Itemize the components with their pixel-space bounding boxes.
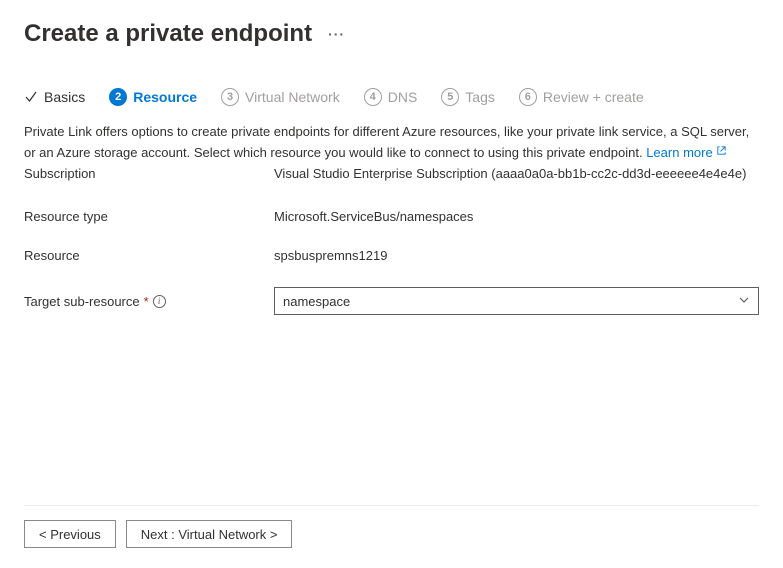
wizard-tabs: Basics 2 Resource 3 Virtual Network 4 DN… bbox=[24, 88, 759, 106]
next-button[interactable]: Next : Virtual Network > bbox=[126, 520, 293, 548]
page-title: Create a private endpoint bbox=[24, 20, 312, 48]
step-number-icon: 6 bbox=[519, 88, 537, 106]
field-resource-type: Resource type Microsoft.ServiceBus/names… bbox=[24, 209, 759, 224]
intro-copy: Private Link offers options to create pr… bbox=[24, 124, 749, 160]
subscription-value: Visual Studio Enterprise Subscription (a… bbox=[274, 166, 759, 181]
resource-label: Resource bbox=[24, 248, 274, 263]
previous-button[interactable]: < Previous bbox=[24, 520, 116, 548]
learn-more-label: Learn more bbox=[646, 145, 712, 160]
tab-basics[interactable]: Basics bbox=[24, 89, 85, 105]
info-icon[interactable]: i bbox=[153, 295, 166, 308]
tab-label: Basics bbox=[44, 89, 85, 105]
tab-virtual-network[interactable]: 3 Virtual Network bbox=[221, 88, 340, 106]
resource-value: spsbuspremns1219 bbox=[274, 248, 759, 263]
tab-label: Review + create bbox=[543, 89, 644, 105]
tab-label: DNS bbox=[388, 89, 418, 105]
subscription-label: Subscription bbox=[24, 166, 274, 181]
step-number-icon: 2 bbox=[109, 88, 127, 106]
wizard-footer: < Previous Next : Virtual Network > bbox=[24, 505, 759, 548]
target-sub-resource-label-text: Target sub-resource bbox=[24, 294, 140, 309]
learn-more-link[interactable]: Learn more bbox=[646, 145, 726, 160]
checkmark-icon bbox=[24, 90, 38, 104]
resource-type-value: Microsoft.ServiceBus/namespaces bbox=[274, 209, 759, 224]
step-number-icon: 4 bbox=[364, 88, 382, 106]
field-target-sub-resource: Target sub-resource * i namespace bbox=[24, 287, 759, 315]
step-number-icon: 5 bbox=[441, 88, 459, 106]
more-icon[interactable]: ··· bbox=[328, 26, 345, 42]
tab-label: Resource bbox=[133, 89, 197, 105]
intro-text: Private Link offers options to create pr… bbox=[24, 122, 759, 162]
tab-dns[interactable]: 4 DNS bbox=[364, 88, 418, 106]
tab-review-create[interactable]: 6 Review + create bbox=[519, 88, 644, 106]
tab-resource[interactable]: 2 Resource bbox=[109, 88, 197, 106]
tab-label: Tags bbox=[465, 89, 495, 105]
tab-tags[interactable]: 5 Tags bbox=[441, 88, 495, 106]
step-number-icon: 3 bbox=[221, 88, 239, 106]
target-sub-resource-label: Target sub-resource * i bbox=[24, 294, 274, 309]
chevron-down-icon bbox=[738, 294, 750, 309]
target-sub-resource-dropdown[interactable]: namespace bbox=[274, 287, 759, 315]
page-title-row: Create a private endpoint ··· bbox=[24, 20, 759, 48]
resource-type-label: Resource type bbox=[24, 209, 274, 224]
dropdown-value: namespace bbox=[283, 294, 350, 309]
field-subscription: Subscription Visual Studio Enterprise Su… bbox=[24, 166, 759, 181]
field-resource: Resource spsbuspremns1219 bbox=[24, 248, 759, 263]
tab-label: Virtual Network bbox=[245, 89, 340, 105]
required-indicator: * bbox=[144, 294, 149, 309]
external-link-icon bbox=[716, 142, 727, 162]
